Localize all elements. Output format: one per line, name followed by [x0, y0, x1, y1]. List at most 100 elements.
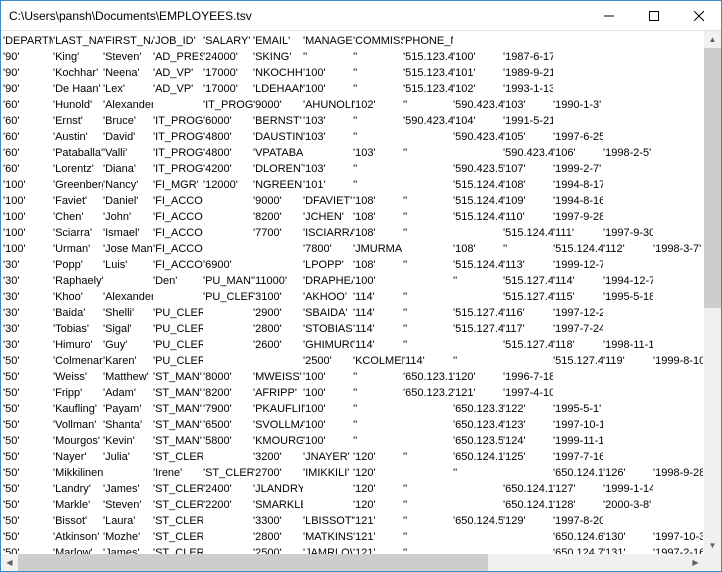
cell: [203, 449, 253, 465]
cell: 'Markle': [53, 497, 103, 513]
titlebar: C:\Users\pansh\Documents\EMPLOYEES.tsv: [1, 1, 721, 31]
cell: [653, 209, 703, 225]
cell: '3100': [253, 289, 303, 305]
horizontal-scrollbar[interactable]: ◀ ▶: [1, 554, 704, 571]
cell: 'JCHEN': [303, 209, 353, 225]
cell: 'Ismael': [103, 225, 153, 241]
cell: '60': [3, 113, 53, 129]
h-scroll-track[interactable]: [18, 554, 687, 571]
cell: '1997-7-16': [553, 449, 603, 465]
cell: 'Faviet': [53, 193, 103, 209]
cell: [603, 81, 653, 97]
cell: '': [403, 529, 453, 545]
cell: 'John': [103, 209, 153, 225]
h-scroll-thumb[interactable]: [18, 554, 488, 571]
cell: '103': [303, 129, 353, 145]
cell: [553, 385, 603, 401]
cell: '2900': [253, 305, 303, 321]
cell: [653, 193, 703, 209]
cell: 'FI_MGR': [153, 177, 203, 193]
scroll-left-button[interactable]: ◀: [1, 554, 18, 571]
cell: '2200': [203, 497, 253, 513]
cell: '1999-1-14': [603, 481, 653, 497]
cell: '1999-11-16': [553, 433, 603, 449]
scroll-down-button[interactable]: ▼: [704, 537, 721, 554]
cell: '24000': [203, 49, 253, 65]
cell: 'STOBIAS': [303, 321, 353, 337]
cell: [603, 401, 653, 417]
cell: '2700': [253, 465, 303, 481]
cell: [653, 369, 703, 385]
cell: 'PU_CLERK': [153, 321, 203, 337]
cell: 'Lex': [103, 81, 153, 97]
close-button[interactable]: [676, 1, 721, 30]
table-row: '50''Fripp''Adam''ST_MAN''8200''AFRIPP''…: [3, 385, 719, 401]
cell: '': [353, 129, 403, 145]
cell: 'ST_CLERK': [153, 449, 203, 465]
minimize-button[interactable]: [586, 1, 631, 30]
cell: 'Steven': [103, 497, 153, 513]
cell: '1997-9-30': [603, 225, 653, 241]
table-row: '50''Mourgos''Kevin''ST_MAN''5800''KMOUR…: [3, 433, 719, 449]
cell: [603, 65, 653, 81]
data-grid[interactable]: 'DEPARTMENT_ID''LAST_NAME''FIRST_NAME''J…: [1, 31, 721, 571]
cell: '650.124.1334': [503, 481, 553, 497]
cell: '50': [3, 433, 53, 449]
cell: 'Fripp': [53, 385, 103, 401]
cell: [203, 513, 253, 529]
cell: '4800': [203, 129, 253, 145]
vertical-scrollbar[interactable]: ▲ ▼: [704, 31, 721, 554]
cell: 'BERNST': [253, 113, 303, 129]
cell: '1990-1-3': [553, 97, 603, 113]
cell: 'Sigal': [103, 321, 153, 337]
cell: [653, 433, 703, 449]
cell: '100': [303, 65, 353, 81]
cell: '100': [3, 177, 53, 193]
v-scroll-track[interactable]: [704, 48, 721, 537]
cell: '122': [503, 401, 553, 417]
cell: 'SBAIDA': [303, 305, 353, 321]
cell: '108': [353, 257, 403, 273]
cell: [603, 321, 653, 337]
table-row: '30''Himuro''Guy''PU_CLERK''2600''GHIMUR…: [3, 337, 719, 353]
cell: [603, 417, 653, 433]
table-row: '50''Bissot''Laura''ST_CLERK''3300''LBIS…: [3, 513, 719, 529]
cell: [603, 177, 653, 193]
cell: 'SVOLLMAN': [253, 417, 303, 433]
cell: '1991-5-21': [503, 113, 553, 129]
cell: 'MATKINSO': [303, 529, 353, 545]
cell: [553, 113, 603, 129]
cell: 'FI_ACCOUNT': [153, 225, 203, 241]
cell: '101': [453, 65, 503, 81]
scroll-right-button[interactable]: ▶: [687, 554, 704, 571]
column-header: 'MANAGER_ID': [303, 33, 353, 49]
table-row: '100''Sciarra''Ismael''FI_ACCOUNT''7700'…: [3, 225, 719, 241]
cell: '1993-1-13': [503, 81, 553, 97]
cell: [203, 209, 253, 225]
cell: '50': [3, 385, 53, 401]
cell: '1997-12-24': [553, 305, 603, 321]
cell: 'David': [103, 129, 153, 145]
cell: 'LDEHAAN': [253, 81, 303, 97]
cell: 'De Haan': [53, 81, 103, 97]
cell: 'Lorentz': [53, 161, 103, 177]
cell: [603, 369, 653, 385]
cell: '': [353, 385, 403, 401]
cell: 'ST_MAN': [153, 417, 203, 433]
cell: 'Payam': [103, 401, 153, 417]
cell: [553, 49, 603, 65]
cell: '650.123.2234': [403, 385, 453, 401]
cell: '515.124.4469': [553, 241, 603, 257]
cell: 'PU_CLERK': [153, 305, 203, 321]
cell: 'Shanta': [103, 417, 153, 433]
maximize-button[interactable]: [631, 1, 676, 30]
cell: '100': [353, 273, 403, 289]
cell: '104': [453, 113, 503, 129]
cell: '100': [303, 385, 353, 401]
scroll-up-button[interactable]: ▲: [704, 31, 721, 48]
v-scroll-thumb[interactable]: [704, 48, 721, 308]
cell: '103': [503, 97, 553, 113]
cell: '': [403, 449, 453, 465]
cell: '128': [553, 497, 603, 513]
cell: 'ST_MAN': [153, 369, 203, 385]
